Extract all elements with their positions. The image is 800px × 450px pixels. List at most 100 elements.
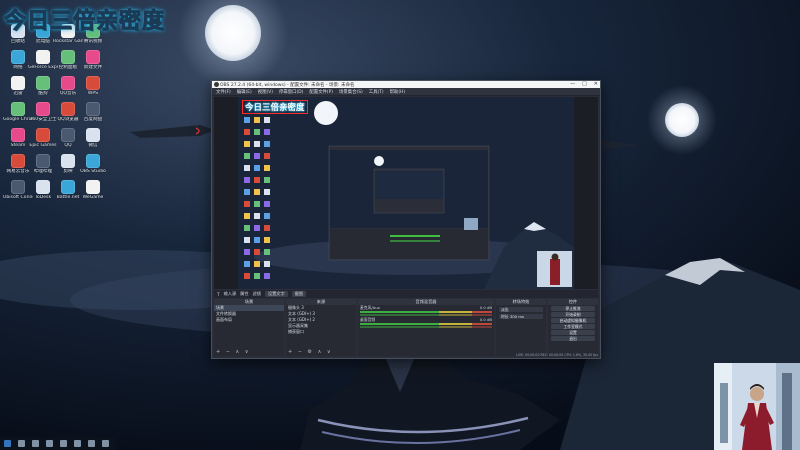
music-icon[interactable]	[102, 440, 109, 447]
preview-desktop-icon	[244, 141, 250, 147]
mixer-track-mic: 麦克风/Aux 0.0 dB	[358, 305, 494, 317]
settings-button[interactable]: 设置	[551, 330, 595, 335]
app-icon	[36, 154, 50, 168]
stream-title-overlay: 今日三倍亲密度	[3, 9, 166, 35]
app-icon	[11, 128, 25, 142]
preview-desktop-icon	[264, 165, 270, 171]
preview-desktop-icon	[264, 261, 270, 267]
close-button[interactable]: ✕	[594, 81, 598, 88]
app-icon	[86, 50, 100, 64]
desktop-icon-label: 微信	[88, 143, 98, 148]
obs-taskbar-icon[interactable]	[74, 440, 81, 447]
preview-desktop-icon	[264, 153, 270, 159]
source-toolbar-label: 输入源	[223, 291, 237, 296]
app-icon	[36, 50, 50, 64]
preview-desktop-icon	[264, 117, 270, 123]
preview-desktop-icon	[254, 189, 260, 195]
preview-desktop-icon	[254, 249, 260, 255]
scene-item[interactable]: 画面布局	[214, 317, 284, 323]
menu-profile[interactable]: 配置文件(P)	[309, 89, 333, 95]
volume-slider[interactable]	[360, 314, 492, 316]
app-icon	[11, 102, 25, 116]
transition-duration[interactable]: 时长 300 ms	[499, 314, 543, 319]
taskbar	[0, 437, 116, 450]
properties-button[interactable]: 属性	[240, 291, 248, 297]
obs-docks: 场景 场景 文件转换器 画面布局 + − ∧ ∨ 来源 摄像头 3 文本 (GD…	[214, 299, 598, 356]
app-icon	[61, 102, 75, 116]
app-icon	[86, 180, 100, 194]
minimize-button[interactable]: —	[570, 81, 575, 88]
preview-desktop-icon	[264, 177, 270, 183]
source-toolbar: T 输入源 属性 滤镜 设置文字 截图	[214, 290, 598, 298]
desktop-icon-label: 腾讯视频	[83, 39, 103, 44]
stop-streaming-button[interactable]: 停止推流	[551, 306, 595, 311]
preview-desktop-icon	[264, 237, 270, 243]
maximize-button[interactable]: □	[582, 81, 587, 88]
menu-tools[interactable]: 工具(T)	[369, 89, 384, 95]
transitions-dock: 转场特效 淡出 时长 300 ms	[496, 299, 546, 356]
desktop-icon[interactable]: 百度网盘	[78, 102, 108, 122]
app-icon	[11, 76, 25, 90]
obs-window[interactable]: OBS 27.2.4 (64-bit, windows) - 配置文件: 未命名…	[211, 80, 601, 359]
menu-edit[interactable]: 编辑(E)	[237, 89, 252, 95]
task-view-icon[interactable]	[32, 440, 39, 447]
preview-desktop-icon	[254, 213, 260, 219]
search-icon[interactable]	[18, 440, 25, 447]
sources-dock: 来源 摄像头 3 文本 (GDI+) 3 文本 (GDI+) 2 显示器采集 捕…	[286, 299, 356, 356]
presenter-face	[750, 387, 764, 401]
preview-desktop-icon	[264, 249, 270, 255]
obs-preview[interactable]: 今日三倍亲密度	[214, 97, 598, 289]
app-icon	[61, 180, 75, 194]
preview-desktop-icon	[254, 141, 260, 147]
preview-desktop-icon	[244, 117, 250, 123]
desktop-icon[interactable]: 新建文件	[78, 50, 108, 70]
start-button[interactable]	[4, 440, 11, 447]
desktop-icon[interactable]: WPS	[78, 76, 108, 96]
text-source-icon: T	[217, 291, 220, 297]
preview-desktop-icon	[254, 117, 260, 123]
app-icon	[11, 180, 25, 194]
desktop-icon[interactable]: 微信	[78, 128, 108, 148]
obs-menubar: 文件(F) 编辑(E) 视图(V) 停靠窗口(D) 配置文件(P) 场景集合(S…	[212, 88, 600, 96]
app-icon	[61, 50, 75, 64]
menu-view[interactable]: 视图(V)	[258, 89, 273, 95]
preview-desktop-icon	[244, 165, 250, 171]
menu-scene-collection[interactable]: 场景集合(S)	[339, 89, 363, 95]
duration-value: 300 ms	[509, 314, 524, 319]
start-recording-button[interactable]: 开始录制	[551, 312, 595, 317]
desktop-icon-label: 百度网盘	[83, 117, 103, 122]
source-item[interactable]: 捕获窗口	[286, 329, 356, 335]
preview-desktop-icon	[244, 177, 250, 183]
menu-help[interactable]: 帮助(H)	[390, 89, 406, 95]
app-icon	[61, 154, 75, 168]
virtual-camera-button[interactable]: 启动虚拟摄像机	[551, 318, 595, 323]
chat-icon[interactable]	[88, 440, 95, 447]
preview-desktop-icon	[264, 213, 270, 219]
preview-desktop-icon	[244, 273, 250, 279]
transition-select[interactable]: 淡出	[499, 307, 543, 312]
menu-docks[interactable]: 停靠窗口(D)	[279, 89, 303, 95]
controls-dock: 控件 停止推流 开始录制 启动虚拟摄像机 工作室模式 设置 退出	[548, 299, 598, 356]
preview-title-text: 今日三倍亲密度	[242, 100, 308, 114]
filters-button[interactable]: 滤镜	[253, 291, 261, 297]
preview-desktop-icon	[264, 273, 270, 279]
transitions-title: 转场特效	[496, 299, 546, 305]
set-text-button[interactable]: 设置文字	[264, 291, 288, 297]
studio-mode-button[interactable]: 工作室模式	[551, 324, 595, 329]
preview-desktop-icon	[254, 273, 260, 279]
preview-desktop-icon	[244, 225, 250, 231]
screenshot-button[interactable]: 截图	[291, 291, 307, 297]
exit-button[interactable]: 退出	[551, 336, 595, 341]
menu-file[interactable]: 文件(F)	[216, 89, 231, 95]
file-explorer-icon[interactable]	[46, 440, 53, 447]
duration-label: 时长	[501, 314, 509, 319]
audio-mixer-dock: 音频混音器 麦克风/Aux 0.0 dB 桌面音频 0.0 dB	[358, 299, 494, 356]
preview-canvas	[238, 97, 574, 289]
browser-icon[interactable]	[60, 440, 67, 447]
obs-titlebar[interactable]: OBS 27.2.4 (64-bit, windows) - 配置文件: 未命名…	[212, 81, 600, 88]
desktop-icon[interactable]: OBS Studio	[78, 154, 108, 174]
volume-slider[interactable]	[360, 326, 492, 328]
volume-meter	[360, 311, 492, 313]
desktop-icon[interactable]: WeGame	[78, 180, 108, 200]
preview-desktop-icon	[254, 153, 260, 159]
